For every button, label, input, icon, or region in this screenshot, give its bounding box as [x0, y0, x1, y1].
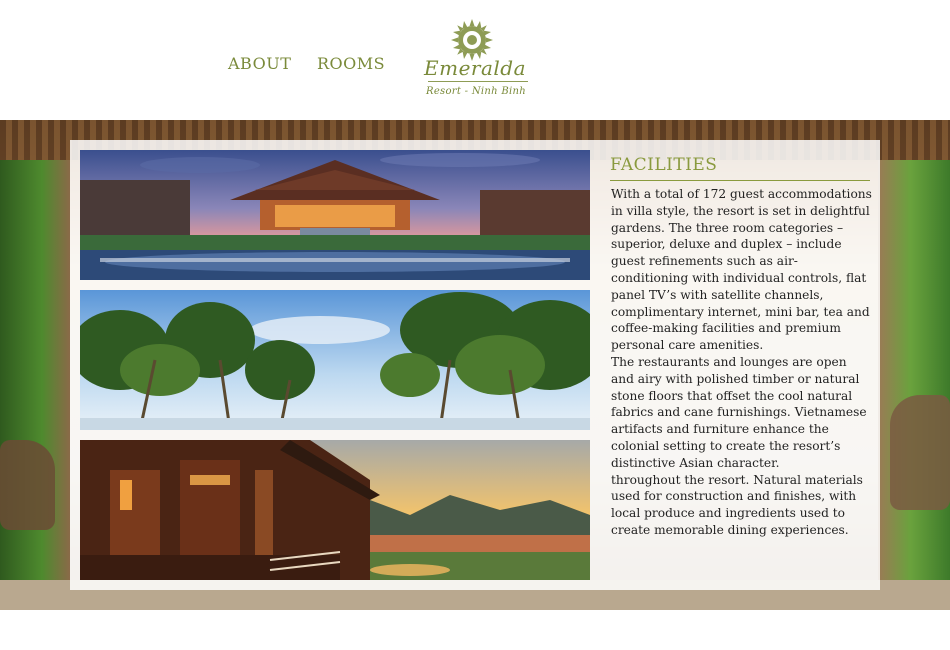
facilities-description: With a total of 172 guest accommodations…: [611, 186, 873, 539]
hero-left-garden: [0, 160, 70, 610]
resort-logo[interactable]: Emeralda Resort - Ninh Binh: [420, 18, 535, 106]
site-header: ABOUT ROOMS Emeralda Resort - Ninh Binh: [0, 0, 950, 120]
facilities-paragraph-2: The restaurants and lounges are open and…: [611, 354, 867, 470]
villa-sunset-photo: [80, 440, 590, 580]
facilities-title: FACILITIES: [610, 155, 718, 175]
nav-about-link[interactable]: ABOUT: [228, 54, 291, 73]
palm-trees-photo: [80, 290, 590, 430]
logo-divider: [428, 81, 528, 82]
hero-right-garden: [878, 160, 950, 610]
logo-tagline: Resort - Ninh Binh: [426, 86, 526, 97]
nav-rooms-link[interactable]: ROOMS: [317, 54, 385, 73]
logo-name: Emeralda: [424, 56, 527, 80]
facilities-paragraph-1: With a total of 172 guest accommodations…: [611, 187, 872, 353]
title-divider: [610, 180, 870, 181]
hero-chair-left: [0, 440, 55, 530]
hero-chair-right: [890, 395, 950, 510]
facilities-paragraph-3: throughout the resort. Natural materials…: [611, 472, 863, 537]
resort-pavilion-photo: [80, 150, 590, 280]
